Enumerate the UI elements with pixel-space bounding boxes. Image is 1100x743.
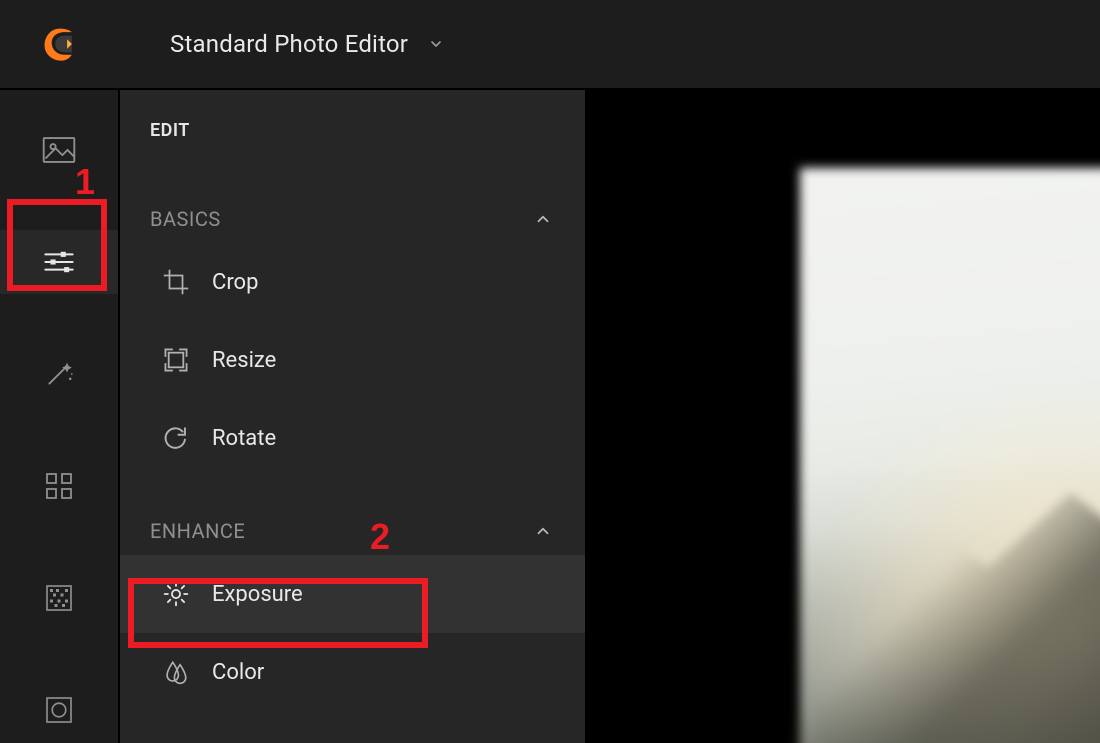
- photo-preview: [800, 168, 1100, 743]
- rail-image[interactable]: [0, 118, 118, 182]
- crop-icon: [162, 268, 190, 296]
- editor-canvas[interactable]: [585, 88, 1100, 743]
- tool-crop[interactable]: Crop: [120, 243, 585, 321]
- main-area: EDIT BASICS Crop Resize Rotate: [0, 88, 1100, 743]
- tool-color-label: Color: [212, 660, 264, 685]
- vignette-icon: [42, 693, 76, 727]
- app-header: Standard Photo Editor: [0, 0, 1100, 88]
- tool-exposure[interactable]: Exposure: [120, 555, 585, 633]
- image-icon: [42, 133, 76, 167]
- tool-rotate-label: Rotate: [212, 426, 276, 451]
- panel-heading: EDIT: [120, 120, 585, 141]
- rail-vignette[interactable]: [0, 678, 118, 742]
- group-enhance-title: ENHANCE: [150, 519, 245, 543]
- rail-adjust[interactable]: [0, 230, 118, 294]
- chevron-up-icon: [531, 519, 555, 543]
- tool-crop-label: Crop: [212, 270, 258, 295]
- app-title: Standard Photo Editor: [170, 30, 408, 58]
- group-enhance-header[interactable]: ENHANCE: [120, 507, 585, 555]
- grid-icon: [42, 469, 76, 503]
- tool-rail: [0, 88, 120, 743]
- group-basics-header[interactable]: BASICS: [120, 195, 585, 243]
- edit-panel: EDIT BASICS Crop Resize Rotate: [120, 88, 585, 743]
- group-basics-title: BASICS: [150, 207, 221, 231]
- rail-grid[interactable]: [0, 454, 118, 518]
- drop-icon: [162, 658, 190, 686]
- chevron-up-icon: [531, 207, 555, 231]
- rotate-icon: [162, 424, 190, 452]
- resize-icon: [162, 346, 190, 374]
- pixels-icon: [42, 581, 76, 615]
- tool-rotate[interactable]: Rotate: [120, 399, 585, 477]
- app-logo: [40, 24, 80, 64]
- wand-icon: [42, 357, 76, 391]
- sliders-icon: [42, 245, 76, 279]
- sun-icon: [162, 580, 190, 608]
- tool-color[interactable]: Color: [120, 633, 585, 711]
- rail-pixels[interactable]: [0, 566, 118, 630]
- tool-exposure-label: Exposure: [212, 582, 303, 607]
- tool-resize[interactable]: Resize: [120, 321, 585, 399]
- rail-wand[interactable]: [0, 342, 118, 406]
- tool-resize-label: Resize: [212, 348, 276, 373]
- app-title-dropdown[interactable]: Standard Photo Editor: [170, 30, 446, 58]
- chevron-down-icon: [426, 34, 446, 54]
